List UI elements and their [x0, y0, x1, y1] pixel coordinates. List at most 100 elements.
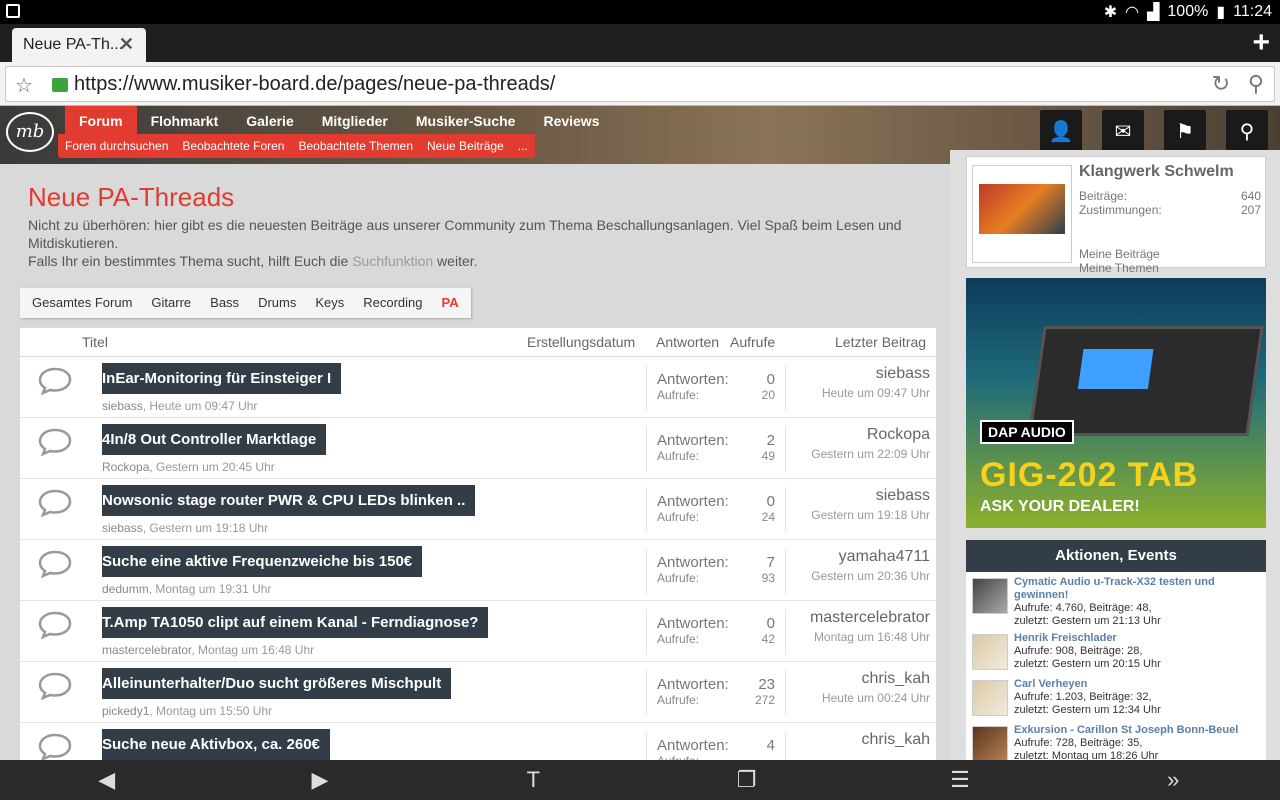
user-icon[interactable]: 👤: [1040, 110, 1082, 152]
subnav-beobachtete-themen[interactable]: Beobachtete Themen: [291, 134, 420, 158]
last-post-user[interactable]: chris_kah: [822, 670, 930, 688]
event-thumbnail[interactable]: [972, 578, 1008, 614]
text-size-icon[interactable]: T: [503, 767, 563, 793]
user-name[interactable]: Klangwerk Schwelm: [1079, 163, 1234, 181]
col-date[interactable]: Erstellungsdatum: [527, 334, 635, 350]
thread-author[interactable]: Rockopa: [102, 460, 149, 474]
col-views[interactable]: Aufrufe: [730, 334, 775, 350]
subnav-foren-durchsuchen[interactable]: Foren durchsuchen: [58, 134, 175, 158]
bookmark-star-icon[interactable]: ☆: [15, 73, 33, 98]
table-row[interactable]: Nowsonic stage router PWR & CPU LEDs bli…: [20, 479, 936, 540]
last-post-user[interactable]: yamaha4711: [811, 548, 930, 566]
event-thumbnail[interactable]: [972, 726, 1008, 760]
flag-icon[interactable]: ⚑: [1164, 110, 1206, 152]
thread-title[interactable]: T.Amp TA1050 clipt auf einem Kanal - Fer…: [102, 607, 489, 638]
site-logo[interactable]: mb: [6, 112, 54, 152]
url-box[interactable]: ☆ https://www.musiker-board.de/pages/neu…: [5, 66, 1275, 102]
table-row[interactable]: Suche neue Aktivbox, ca. 260€ Antworten: 4…: [20, 723, 936, 760]
replies-label: Antworten:: [657, 737, 729, 754]
menu-icon[interactable]: ☰: [930, 767, 990, 793]
subnav-neue-beitraege[interactable]: Neue Beiträge: [420, 134, 511, 158]
thread-title[interactable]: 4In/8 Out Controller Marktlage: [102, 424, 327, 455]
url-text[interactable]: https://www.musiker-board.de/pages/neue-…: [74, 73, 555, 96]
col-replies[interactable]: Antworten: [656, 334, 719, 350]
last-post-time: Gestern um 19:18 Uhr: [811, 508, 930, 522]
reload-icon[interactable]: ↻: [1212, 71, 1230, 97]
nav-flohmarkt[interactable]: Flohmarkt: [137, 106, 233, 136]
thread-author[interactable]: pickedy1: [102, 704, 149, 718]
thread-title[interactable]: Suche eine aktive Frequenzweiche bis 150…: [102, 546, 423, 577]
subnav-beobachtete-foren[interactable]: Beobachtete Foren: [175, 134, 291, 158]
advertisement-banner[interactable]: DAP AUDIO GIG-202 TAB ASK YOUR DEALER!: [966, 278, 1266, 528]
event-title[interactable]: Cymatic Audio u-Track-X32 testen und gew…: [1014, 576, 1262, 602]
event-thumbnail[interactable]: [972, 634, 1008, 670]
table-row[interactable]: T.Amp TA1050 clipt auf einem Kanal - Fer…: [20, 601, 936, 662]
new-tab-icon[interactable]: +: [1252, 26, 1270, 60]
nav-forum[interactable]: Forum: [65, 106, 137, 136]
filter-keys[interactable]: Keys: [303, 288, 351, 318]
mail-icon[interactable]: ✉: [1102, 110, 1144, 152]
nav-musiker-suche[interactable]: Musiker-Suche: [402, 106, 530, 136]
address-bar: ☆ https://www.musiker-board.de/pages/neu…: [0, 62, 1280, 106]
replies-label: Antworten:: [657, 371, 729, 388]
table-row[interactable]: 4In/8 Out Controller Marktlage Rockopa, G…: [20, 418, 936, 479]
thread-author[interactable]: siebass: [102, 521, 143, 535]
last-post-user[interactable]: Rockopa: [811, 426, 930, 444]
tabs-icon[interactable]: ❐: [717, 767, 777, 793]
thread-title[interactable]: InEar-Monitoring für Einsteiger I: [102, 363, 342, 394]
filter-bass[interactable]: Bass: [198, 288, 246, 318]
filter-drums[interactable]: Drums: [246, 288, 303, 318]
back-icon[interactable]: ◀: [77, 767, 137, 793]
header-search-icon[interactable]: ⚲: [1226, 110, 1268, 152]
browser-tab[interactable]: Neue PA-Th... ✕: [12, 28, 146, 62]
table-row[interactable]: Alleinunterhalter/Duo sucht größeres Mis…: [20, 662, 936, 723]
last-post-user[interactable]: siebass: [811, 487, 930, 505]
event-title[interactable]: Carl Verheyen: [1014, 678, 1262, 691]
event-title[interactable]: Henrik Freischlader: [1014, 632, 1262, 645]
thread-author[interactable]: siebass: [102, 399, 143, 413]
col-last[interactable]: Letzter Beitrag: [835, 334, 926, 350]
table-row[interactable]: Suche eine aktive Frequenzweiche bis 150…: [20, 540, 936, 601]
thread-title[interactable]: Suche neue Aktivbox, ca. 260€: [102, 729, 330, 760]
more-icon[interactable]: »: [1143, 767, 1203, 793]
search-function-link[interactable]: Suchfunktion: [352, 253, 433, 269]
thread-bubble-icon: [38, 489, 72, 517]
last-post-user[interactable]: chris_kah: [862, 731, 930, 749]
page-intro: Nicht zu überhören: hier gibt es die neu…: [28, 216, 928, 270]
thread-title[interactable]: Alleinunterhalter/Duo sucht größeres Mis…: [102, 668, 452, 699]
thread-stats: Antworten: 0 Aufrufe: 20: [646, 365, 786, 411]
my-posts-link[interactable]: Meine Beiträge: [1079, 247, 1160, 261]
views-label: Aufrufe:: [657, 693, 700, 707]
thread-author[interactable]: dedumm: [102, 582, 149, 596]
event-item[interactable]: Carl Verheyen Aufrufe: 1.203, Beiträge: …: [966, 678, 1266, 724]
mixer-screen: [1077, 349, 1154, 389]
thread-title[interactable]: Nowsonic stage router PWR & CPU LEDs bli…: [102, 485, 476, 516]
table-row[interactable]: InEar-Monitoring für Einsteiger I siebass…: [20, 357, 936, 418]
event-item[interactable]: Exkursion - Carillon St Joseph Bonn-Beue…: [966, 724, 1266, 760]
nav-galerie[interactable]: Galerie: [232, 106, 307, 136]
forward-icon[interactable]: ▶: [290, 767, 350, 793]
subnav-more[interactable]: ...: [511, 134, 535, 158]
close-tab-icon[interactable]: ✕: [119, 34, 134, 55]
thread-author[interactable]: mastercelebrator: [102, 643, 191, 657]
event-thumbnail[interactable]: [972, 680, 1008, 716]
filter-gesamtes-forum[interactable]: Gesamtes Forum: [20, 288, 139, 318]
event-title[interactable]: Exkursion - Carillon St Joseph Bonn-Beue…: [1014, 724, 1262, 737]
thread-date: Gestern um 20:45 Uhr: [156, 460, 275, 474]
last-post: chris_kah: [862, 731, 930, 752]
filter-recording[interactable]: Recording: [351, 288, 429, 318]
last-post-user[interactable]: mastercelebrator: [810, 609, 930, 627]
avatar[interactable]: [972, 165, 1072, 263]
event-item[interactable]: Henrik Freischlader Aufrufe: 908, Beiträ…: [966, 632, 1266, 678]
search-icon[interactable]: ⚲: [1248, 71, 1264, 97]
thread-date: Heute um 09:47 Uhr: [149, 399, 258, 413]
nav-reviews[interactable]: Reviews: [529, 106, 613, 136]
last-post-user[interactable]: siebass: [822, 365, 930, 383]
nav-mitglieder[interactable]: Mitglieder: [308, 106, 402, 136]
event-item[interactable]: Cymatic Audio u-Track-X32 testen und gew…: [966, 576, 1266, 627]
my-threads-link[interactable]: Meine Themen: [1079, 261, 1159, 275]
event-stats: Aufrufe: 728, Beiträge: 35,: [1014, 737, 1143, 749]
col-title[interactable]: Titel: [82, 334, 108, 350]
filter-gitarre[interactable]: Gitarre: [139, 288, 198, 318]
filter-pa[interactable]: PA: [430, 288, 471, 318]
